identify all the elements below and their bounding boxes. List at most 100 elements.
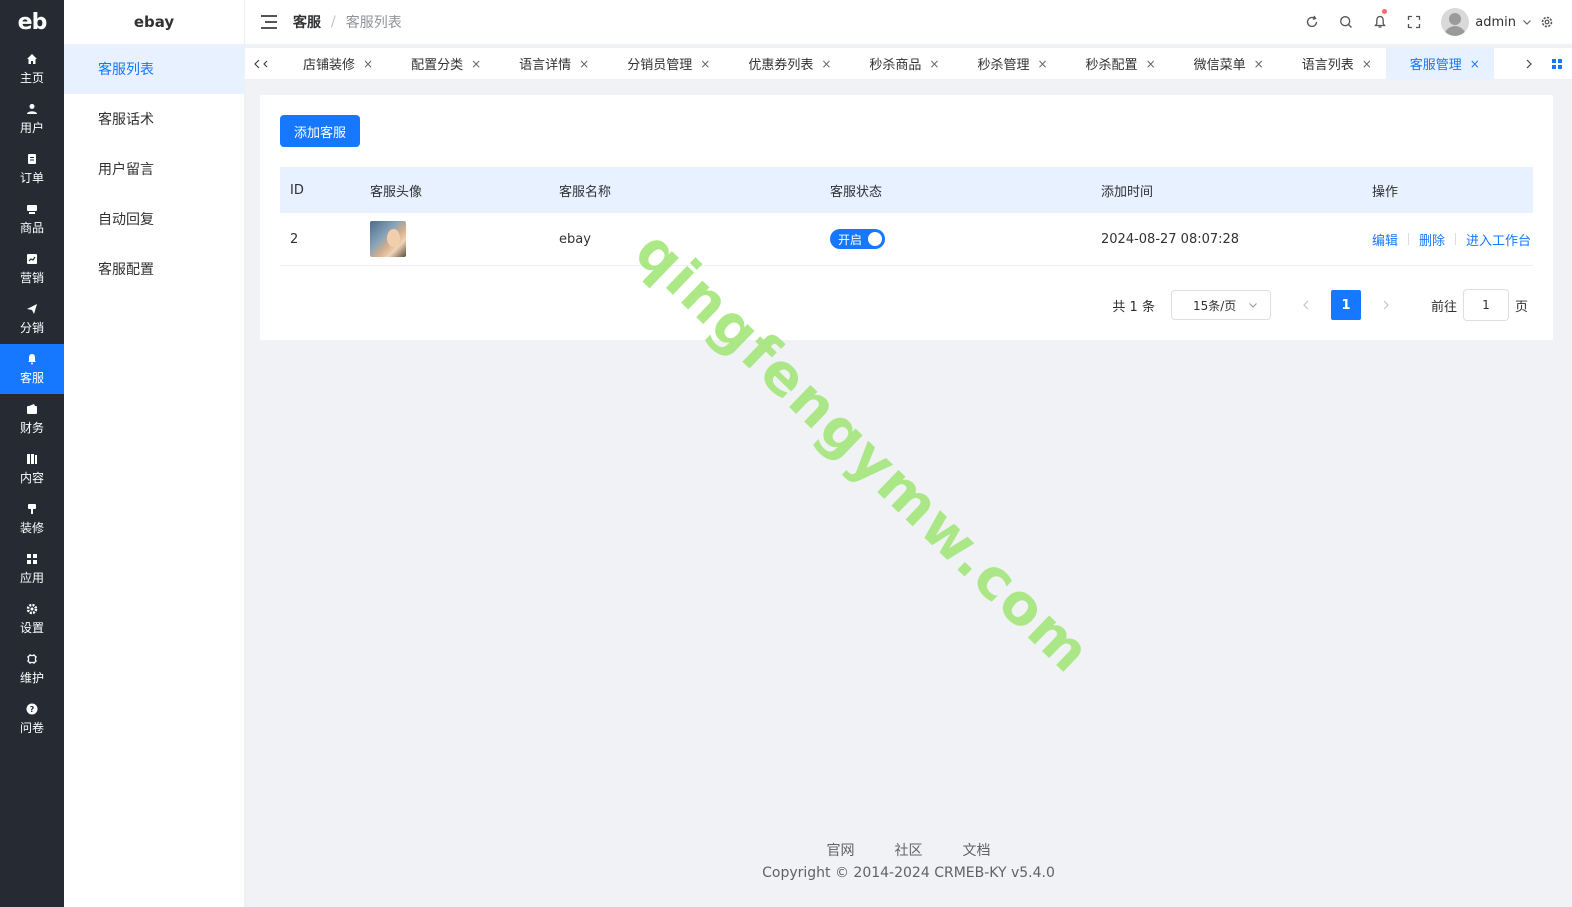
header-actions: admin — [1295, 0, 1562, 44]
submenu-item-auto-reply[interactable]: 自动回复 — [64, 194, 244, 244]
col-header-time: 添加时间 — [1101, 184, 1154, 200]
service-list-card: 添加客服 ID 客服头像 客服名称 客服状态 添加时间 操作 2 ebay 开启… — [260, 95, 1553, 340]
notification-bell-icon[interactable] — [1363, 0, 1397, 44]
tab-shop-decor[interactable]: 店铺装修 × — [279, 48, 387, 80]
service-table: ID 客服头像 客服名称 客服状态 添加时间 操作 2 ebay 开启 2024… — [280, 167, 1533, 266]
rail-item-finance[interactable]: 财务 — [0, 394, 64, 444]
tab-home[interactable]: 主页× — [1494, 48, 1516, 80]
rail-item-goods[interactable]: 商品 — [0, 194, 64, 244]
service-avatar-image[interactable] — [370, 221, 406, 257]
menu-collapse-icon[interactable] — [261, 15, 277, 29]
status-toggle[interactable]: 开启 — [830, 229, 885, 249]
pagination-total: 共 1 条 — [1112, 299, 1155, 315]
close-icon[interactable]: × — [471, 57, 481, 71]
rail-item-label: 分销 — [19, 320, 44, 335]
close-icon[interactable]: × — [1254, 57, 1264, 71]
tab-coupon-list[interactable]: 优惠券列表 × — [724, 48, 845, 80]
add-service-button[interactable]: 添加客服 — [280, 115, 360, 147]
rail-item-label: 商品 — [19, 220, 44, 235]
footer-link-official[interactable]: 官网 — [827, 840, 855, 860]
chevron-down-icon[interactable] — [1522, 17, 1532, 27]
username-label[interactable]: admin — [1475, 15, 1516, 30]
send-icon — [26, 303, 38, 315]
close-icon[interactable]: × — [579, 57, 589, 71]
delete-link[interactable]: 删除 — [1419, 230, 1445, 249]
brush-icon — [26, 503, 38, 515]
cell-ops: 编辑 删除 进入工作台 — [1362, 230, 1533, 249]
app-logo[interactable]: eb — [0, 0, 64, 44]
page-number-current[interactable]: 1 — [1330, 290, 1361, 320]
tab-label: 配置分类 — [411, 58, 464, 73]
tabs-scroll-right-icon[interactable] — [1516, 48, 1542, 80]
rail-item-user[interactable]: 用户 — [0, 94, 64, 144]
close-icon[interactable]: × — [1146, 57, 1156, 71]
tabs-menu-grid-icon[interactable] — [1542, 48, 1572, 80]
footer-link-community[interactable]: 社区 — [895, 840, 923, 860]
tab-seckill-manage[interactable]: 秒杀管理 × — [953, 48, 1061, 80]
rail-item-marketing[interactable]: 营销 — [0, 244, 64, 294]
tab-service-manage[interactable]: 客服管理 × — [1385, 47, 1494, 80]
breadcrumb-parent[interactable]: 客服 — [293, 12, 321, 32]
pagination: 共 1 条 15条/页 1 前往 页 — [1112, 289, 1528, 321]
refresh-icon[interactable] — [1295, 0, 1329, 44]
tab-seckill-goods[interactable]: 秒杀商品 × — [845, 48, 953, 80]
rail-item-home[interactable]: 主页 — [0, 44, 64, 94]
rail-item-content[interactable]: 内容 — [0, 444, 64, 494]
prev-page-icon[interactable] — [1291, 290, 1321, 320]
rail-item-distribution[interactable]: 分销 — [0, 294, 64, 344]
tab-language-list[interactable]: 语言列表 × — [1278, 48, 1386, 80]
submenu-item-service-config[interactable]: 客服配置 — [64, 244, 244, 294]
tab-config-category[interactable]: 配置分类 × — [387, 48, 495, 80]
close-icon[interactable]: × — [363, 57, 373, 71]
tab-label: 语言列表 — [1301, 58, 1354, 73]
tab-language-detail[interactable]: 语言详情 × — [495, 48, 603, 80]
close-icon[interactable]: × — [700, 57, 710, 71]
close-icon[interactable]: × — [1470, 57, 1480, 71]
tab-label: 店铺装修 — [303, 58, 356, 73]
submenu-item-user-message[interactable]: 用户留言 — [64, 144, 244, 194]
fullscreen-icon[interactable] — [1397, 0, 1431, 44]
rail-item-maintenance[interactable]: 维护 — [0, 644, 64, 694]
tab-distributor-manage[interactable]: 分销员管理 × — [603, 48, 724, 80]
close-icon[interactable]: × — [1037, 57, 1047, 71]
enter-workbench-link[interactable]: 进入工作台 — [1466, 230, 1531, 249]
footer-link-docs[interactable]: 文档 — [963, 840, 991, 860]
rail-item-order[interactable]: 订单 — [0, 144, 64, 194]
settings-gear-icon[interactable] — [1532, 0, 1562, 44]
book-icon — [26, 453, 38, 465]
page-size-select[interactable]: 15条/页 — [1170, 290, 1271, 320]
tab-label: 秒杀商品 — [869, 58, 922, 73]
goods-icon — [26, 203, 38, 215]
close-icon[interactable]: × — [929, 57, 939, 71]
submenu-item-service-list[interactable]: 客服列表 — [64, 44, 244, 94]
marketing-icon — [26, 253, 38, 265]
submenu-title: ebay — [133, 13, 175, 31]
top-header: 客服 / 客服列表 admin — [245, 0, 1572, 44]
rail-item-service[interactable]: 客服 — [0, 344, 64, 394]
submenu-item-service-script[interactable]: 客服话术 — [64, 94, 244, 144]
close-icon[interactable]: × — [1362, 57, 1372, 71]
rail-item-survey[interactable]: ? 问卷 — [0, 694, 64, 744]
avatar[interactable] — [1441, 8, 1470, 36]
tab-wechat-menu[interactable]: 微信菜单 × — [1170, 48, 1278, 80]
rail-item-apps[interactable]: 应用 — [0, 544, 64, 594]
rail-item-label: 财务 — [19, 420, 44, 435]
tabs-scroll-left-icon[interactable] — [245, 48, 279, 80]
col-header-name: 客服名称 — [559, 184, 612, 200]
tab-label: 优惠券列表 — [748, 58, 814, 73]
goto-page-input[interactable] — [1462, 289, 1509, 321]
tab-seckill-config[interactable]: 秒杀配置 × — [1062, 48, 1170, 80]
search-icon[interactable] — [1329, 0, 1363, 44]
rail-item-decor[interactable]: 装修 — [0, 494, 64, 544]
close-icon[interactable]: × — [821, 57, 831, 71]
tab-label: 客服管理 — [1409, 58, 1462, 73]
order-icon — [26, 153, 38, 165]
rail-item-settings[interactable]: 设置 — [0, 594, 64, 644]
edit-link[interactable]: 编辑 — [1372, 230, 1398, 249]
chevron-down-icon — [1248, 300, 1258, 310]
sub-menu: ebay 客服列表 客服话术 用户留言 自动回复 客服配置 — [64, 0, 245, 907]
user-icon — [26, 103, 38, 115]
next-page-icon[interactable] — [1371, 290, 1401, 320]
rail-item-label: 内容 — [19, 470, 44, 485]
wallet-icon — [26, 403, 38, 415]
